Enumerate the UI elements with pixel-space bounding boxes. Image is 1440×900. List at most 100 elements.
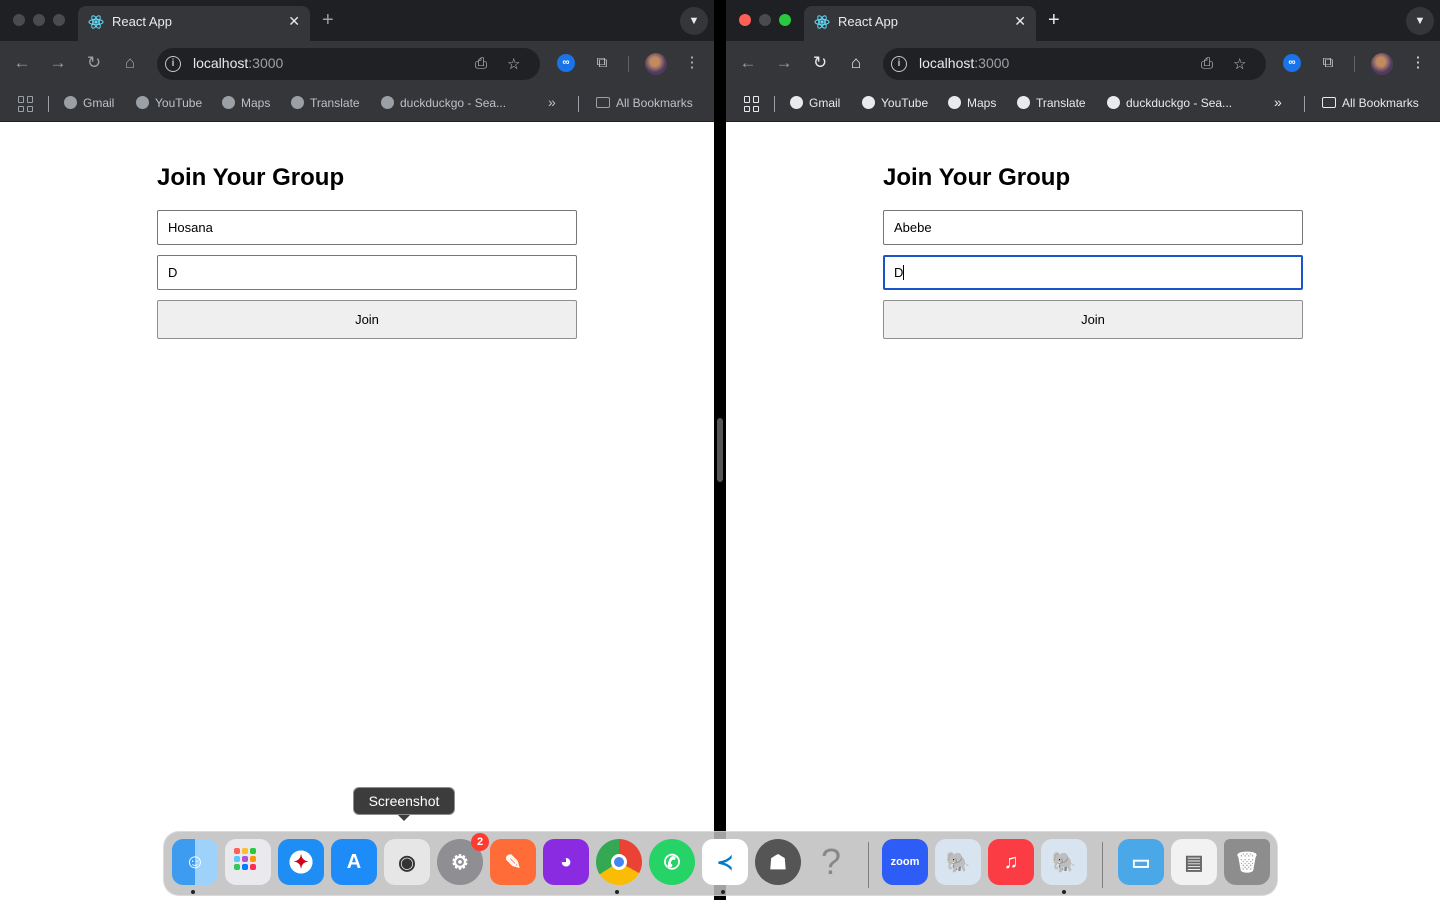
extension-icon[interactable]: ∞ xyxy=(557,54,575,72)
url-text: localhost:3000 xyxy=(193,55,283,71)
split-view-divider[interactable] xyxy=(714,0,726,900)
menu-kebab-icon[interactable]: ⋮ xyxy=(1406,51,1430,75)
profile-avatar[interactable] xyxy=(645,53,667,75)
back-button[interactable]: ← xyxy=(10,51,34,75)
bookmark-label: Gmail xyxy=(809,96,841,110)
extensions-puzzle-icon[interactable]: ⧉ xyxy=(590,51,614,75)
all-bookmarks-label: All Bookmarks xyxy=(616,96,693,110)
minimize-window-button[interactable] xyxy=(33,14,45,26)
bookmark-gmail[interactable]: Gmail xyxy=(790,96,840,110)
install-app-icon[interactable]: ⎙ xyxy=(475,55,487,72)
tableplus-icon[interactable]: ☗ xyxy=(755,839,801,885)
site-info-icon[interactable]: i xyxy=(165,56,181,72)
dock: ☺ ✦ A ◉ ⚙ 2 ✎ ◕ ✆ ≺ ☗ ? zoom 🐘 ♫ 🐘 ▭ ▤ 🗑 xyxy=(163,831,1278,896)
apps-grid-icon[interactable] xyxy=(18,96,34,112)
all-bookmarks-button[interactable]: All Bookmarks xyxy=(1322,96,1419,110)
zoom-icon[interactable]: zoom xyxy=(882,839,928,885)
forward-button[interactable]: → xyxy=(772,51,796,75)
launchpad-icon[interactable] xyxy=(225,839,271,885)
home-button[interactable]: ⌂ xyxy=(118,51,142,75)
zoom-window-button[interactable] xyxy=(779,14,791,26)
pgadmin-icon[interactable]: 🐘 xyxy=(935,839,981,885)
system-settings-icon[interactable]: ⚙ 2 xyxy=(437,833,489,885)
bookmark-translate[interactable]: Translate xyxy=(1017,96,1086,110)
whatsapp-icon[interactable]: ✆ xyxy=(649,839,695,885)
more-bookmarks-button[interactable]: » xyxy=(548,94,556,110)
music-icon[interactable]: ♫ xyxy=(988,839,1034,885)
join-button[interactable]: Join xyxy=(883,300,1303,339)
name-input[interactable]: Abebe xyxy=(883,210,1303,245)
bookmark-label: Translate xyxy=(1036,96,1086,110)
tab-search-button[interactable]: ▼ xyxy=(1406,7,1434,35)
extension-icon[interactable]: ∞ xyxy=(1283,54,1301,72)
globe-icon xyxy=(291,96,304,109)
tab-react-app[interactable]: React App ✕ xyxy=(804,6,1036,41)
app-store-icon[interactable]: A xyxy=(331,839,377,885)
github-desktop-icon[interactable]: ◕ xyxy=(543,839,589,885)
address-bar[interactable]: i localhost:3000 ⎙ ☆ xyxy=(883,48,1266,80)
bookmark-label: Gmail xyxy=(83,96,115,110)
apps-grid-icon[interactable] xyxy=(744,96,760,112)
desktop: React App ✕ + ▼ ← → ↻ ⌂ i localhost:3000… xyxy=(0,0,1440,900)
documents-stack-icon[interactable]: ▤ xyxy=(1171,839,1217,885)
extensions-puzzle-icon[interactable]: ⧉ xyxy=(1316,51,1340,75)
address-bar[interactable]: i localhost:3000 ⎙ ☆ xyxy=(157,48,540,80)
close-tab-icon[interactable]: ✕ xyxy=(288,13,300,30)
more-bookmarks-button[interactable]: » xyxy=(1274,94,1282,110)
forward-button[interactable]: → xyxy=(46,51,70,75)
name-input[interactable]: Hosana xyxy=(157,210,577,245)
chrome-icon[interactable] xyxy=(596,839,642,885)
bookmarks-bar: Gmail YouTube Maps Translate duckduckgo … xyxy=(726,86,1440,122)
page-title: Join Your Group xyxy=(883,164,1071,191)
minimize-window-button[interactable] xyxy=(759,14,771,26)
menu-kebab-icon[interactable]: ⋮ xyxy=(680,51,704,75)
divider-handle[interactable] xyxy=(717,418,723,482)
help-icon[interactable]: ? xyxy=(808,839,854,885)
group-input[interactable]: D xyxy=(157,255,577,290)
site-info-icon[interactable]: i xyxy=(891,56,907,72)
bookmark-translate[interactable]: Translate xyxy=(291,96,360,110)
pgadmin-icon[interactable]: 🐘 xyxy=(1041,839,1087,885)
zoom-window-button[interactable] xyxy=(53,14,65,26)
new-tab-button[interactable]: + xyxy=(1048,9,1060,32)
tab-search-button[interactable]: ▼ xyxy=(680,7,708,35)
safari-icon[interactable]: ✦ xyxy=(278,839,324,885)
reload-button[interactable]: ↻ xyxy=(82,51,106,75)
globe-icon xyxy=(862,96,875,109)
group-input[interactable]: D xyxy=(883,255,1303,290)
close-window-button[interactable] xyxy=(739,14,751,26)
finder-icon[interactable]: ☺ xyxy=(172,839,218,885)
bookmark-maps[interactable]: Maps xyxy=(948,96,996,110)
profile-avatar[interactable] xyxy=(1371,53,1393,75)
bookmark-star-icon[interactable]: ☆ xyxy=(507,55,520,73)
downloads-folder-icon[interactable]: ▭ xyxy=(1118,839,1164,885)
close-tab-icon[interactable]: ✕ xyxy=(1014,13,1026,30)
install-app-icon[interactable]: ⎙ xyxy=(1201,55,1213,72)
postman-icon[interactable]: ✎ xyxy=(490,839,536,885)
reload-button[interactable]: ↻ xyxy=(808,51,832,75)
bookmark-label: duckduckgo - Sea... xyxy=(400,96,507,110)
bookmark-youtube[interactable]: YouTube xyxy=(136,96,202,110)
trash-icon[interactable]: 🗑 xyxy=(1224,839,1270,885)
folder-icon xyxy=(596,97,610,108)
running-indicator xyxy=(191,890,195,894)
bookmark-separator xyxy=(578,96,579,112)
all-bookmarks-button[interactable]: All Bookmarks xyxy=(596,96,693,110)
bookmark-duckduckgo[interactable]: duckduckgo - Sea... xyxy=(381,96,506,110)
bookmark-star-icon[interactable]: ☆ xyxy=(1233,55,1246,73)
vscode-icon[interactable]: ≺ xyxy=(702,839,748,885)
join-button[interactable]: Join xyxy=(157,300,577,339)
bookmark-gmail[interactable]: Gmail xyxy=(64,96,114,110)
bookmark-maps[interactable]: Maps xyxy=(222,96,270,110)
close-window-button[interactable] xyxy=(13,14,25,26)
new-tab-button[interactable]: + xyxy=(322,9,334,32)
home-button[interactable]: ⌂ xyxy=(844,51,868,75)
bookmark-separator xyxy=(48,96,49,112)
page-title: Join Your Group xyxy=(157,164,345,191)
screenshot-app-icon[interactable]: ◉ xyxy=(384,839,430,885)
bookmark-duckduckgo[interactable]: duckduckgo - Sea... xyxy=(1107,96,1232,110)
back-button[interactable]: ← xyxy=(736,51,760,75)
globe-icon xyxy=(1017,96,1030,109)
tab-react-app[interactable]: React App ✕ xyxy=(78,6,310,41)
bookmark-youtube[interactable]: YouTube xyxy=(862,96,928,110)
